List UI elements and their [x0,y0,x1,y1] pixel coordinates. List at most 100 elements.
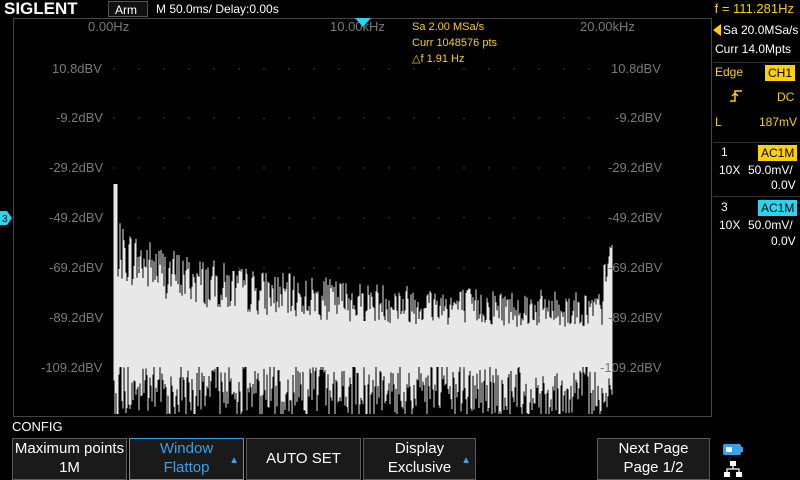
grid-dot [413,167,415,169]
grid-dot [338,117,340,119]
usb-storage-icon[interactable] [722,443,744,457]
grid-dot [288,167,290,169]
grid-dot [238,217,240,219]
y-label-left-0: 10.8dBV [52,61,102,76]
trigger-level: 187mV [759,115,798,129]
softkey-2-line2: Flattop [163,459,210,476]
grid-dot [363,217,365,219]
arrow-up-icon: ▲ [229,455,239,466]
ch1-offset: 0.0V [771,178,796,192]
ch3-number: 3 [721,200,728,214]
grid-dot [588,117,590,119]
acq-sample-rate: Sa 20.0MSa/s [723,23,799,37]
ch3-marker-label: 3 [2,214,8,225]
grid-dot [413,217,415,219]
y-label-right-3: -49.2dBV [608,210,663,225]
trigger-section[interactable]: Edge CH1 DC L 187mV [713,62,800,133]
trigger-type: Edge [715,65,744,79]
grid-dot [463,267,465,269]
ch3-coupling-badge: AC1M [758,200,798,216]
grid-dot [438,217,440,219]
grid-dot [538,68,540,70]
trigger-source-badge: CH1 [765,65,796,81]
softkey-blank[interactable] [479,438,594,480]
softkey-3-line1: AUTO SET [266,450,341,467]
channel-1-section[interactable]: 1 AC1M 10X 50.0mV/ 0.0V [713,142,800,193]
grid-dot [513,68,515,70]
grid-dot [413,267,415,269]
grid-dot [313,117,315,119]
grid-dot [538,117,540,119]
grid-dot [213,68,215,70]
grid-dot [513,117,515,119]
grid-dot [288,267,290,269]
grid-dot [113,167,115,169]
grid-dot [363,117,365,119]
softkey-next-page[interactable]: Next Page Page 1/2 [597,438,710,480]
grid-dot [488,267,490,269]
ch3-offset-marker[interactable]: 3 [0,211,12,225]
grid-dot [163,217,165,219]
acq-memory: Curr 14.0Mpts [715,42,792,56]
grid-dot [513,167,515,169]
grid-dot [163,117,165,119]
softkey-maximum-points[interactable]: Maximum points 1M [12,438,127,480]
ch1-coupling-badge: AC1M [758,145,798,161]
grid-dot [213,117,215,119]
grid-dot [313,167,315,169]
grid-dot [238,167,240,169]
trigger-position-marker[interactable] [355,18,371,28]
grid-dot [188,68,190,70]
grid-dot [438,317,440,319]
grid-dot [238,117,240,119]
timebase-readout[interactable]: M 50.0ms/ Delay:0.00s [156,1,279,17]
grid-dot [538,317,540,319]
grid-dot [388,267,390,269]
softkey-auto-set[interactable]: AUTO SET [246,438,361,480]
y-label-right-0: 10.8dBV [611,61,661,76]
y-label-right-1: -9.2dBV [615,110,662,125]
network-icon[interactable] [723,460,743,478]
grid-dot [338,68,340,70]
grid-dot [563,117,565,119]
channel-3-section[interactable]: 3 AC1M 10X 50.0mV/ 0.0V [713,196,800,248]
grid-dot [488,117,490,119]
grid-dot [563,217,565,219]
ch1-scale: 50.0mV/ [748,163,793,177]
grid-dot [238,68,240,70]
brand-logo: SIGLENT [4,0,78,18]
x-label-start: 0.00Hz [88,19,130,34]
fft-spectrum [113,68,613,414]
grid-dot [163,68,165,70]
grid-dot [188,117,190,119]
grid-dot [363,267,365,269]
grid-dot [263,267,265,269]
grid-dot [188,217,190,219]
grid-dot [138,68,140,70]
waveform-display[interactable]: 0.00Hz 10.00kHz 20.00kHz 10.8dBV -9.2dBV… [13,18,712,417]
softkey-display[interactable]: Display Exclusive ▲ [363,438,476,480]
grid-dot [438,68,440,70]
grid-dot [438,117,440,119]
softkey-4-line2: Exclusive [387,459,452,476]
grid-dot [263,167,265,169]
grid-dot [388,217,390,219]
grid-dot [313,68,315,70]
softkey-window[interactable]: Window Flattop ▲ [129,438,244,480]
arrow-up-icon: ▲ [461,455,471,466]
grid-dot [138,117,140,119]
softkey-1-line1: Maximum points [14,440,125,457]
grid-dot [263,217,265,219]
grid-dot [538,167,540,169]
y-label-left-3: -49.2dBV [49,210,104,225]
grid-dot [438,267,440,269]
grid-dot [388,167,390,169]
fft-info: Sa 2.00 MSa/s Curr 1048576 pts △f 1.91 H… [412,19,497,67]
grid-dot [213,167,215,169]
rising-edge-icon [730,90,742,102]
grid-dot [363,317,365,319]
grid-dot [463,68,465,70]
y-label-left-6: -109.2dBV [41,360,103,375]
fft-sample-rate: Sa 2.00 MSa/s [412,21,485,33]
memory-pointer-icon [713,24,721,36]
